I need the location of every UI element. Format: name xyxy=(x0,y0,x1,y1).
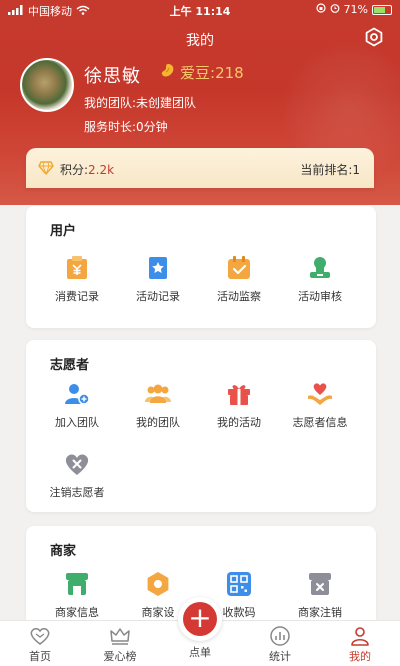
points-label: 积分: xyxy=(60,163,89,177)
chart-icon xyxy=(270,626,290,646)
points-value: 2.2k xyxy=(88,162,115,177)
join-team-icon xyxy=(65,384,90,405)
diamond-icon xyxy=(38,161,54,178)
activity-monitor-label: 活动监察 xyxy=(217,290,261,303)
activity-review-button[interactable]: 活动审核 xyxy=(279,254,361,304)
user-section: 用户 消费记录 活动记录 活动监察 活动审核 xyxy=(26,206,376,328)
tab-statistics[interactable]: 统计 xyxy=(240,625,320,664)
section-title-user: 用户 xyxy=(50,224,77,239)
alarm-icon xyxy=(330,3,340,16)
page-title: 我的 xyxy=(186,33,214,49)
battery-percent: 71% xyxy=(343,3,368,16)
merchant-info-label: 商家信息 xyxy=(55,606,99,619)
user-name: 徐思敏 xyxy=(84,66,141,87)
bean-icon xyxy=(160,63,176,83)
volunteer-info-icon xyxy=(308,383,332,405)
my-team-label: 我的团队 xyxy=(136,416,180,429)
merchant-cancel-button[interactable]: 商家注销 xyxy=(279,570,361,620)
merchant-cancel-icon xyxy=(309,573,331,595)
tab-love-ranking[interactable]: 爱心榜 xyxy=(80,625,160,664)
my-team-icon xyxy=(145,384,171,403)
love-bean-balance: 爱豆: 218 xyxy=(160,62,244,83)
volunteer-section: 志愿者 加入团队 我的团队 我的活动 志愿者信息 注销志愿者 xyxy=(26,340,376,512)
cancel-volunteer-icon xyxy=(65,454,89,475)
gear-icon xyxy=(365,27,383,47)
activity-review-icon xyxy=(310,257,330,278)
plus-icon: + xyxy=(183,602,217,636)
crown-icon xyxy=(110,628,130,645)
qr-code-icon xyxy=(227,572,251,596)
section-title-volunteer: 志愿者 xyxy=(50,358,90,373)
tab-order-label: 点单 xyxy=(189,646,211,659)
order-button[interactable]: + xyxy=(178,597,222,641)
activity-record-label: 活动记录 xyxy=(136,290,180,303)
consumption-record-icon xyxy=(67,256,87,279)
service-time: 服务时长:0分钟 xyxy=(84,120,168,134)
my-activity-button[interactable]: 我的活动 xyxy=(198,380,280,430)
settings-button[interactable] xyxy=(364,27,384,47)
consumption-record-label: 消费记录 xyxy=(55,290,99,303)
tab-order[interactable]: 点单 xyxy=(160,643,240,660)
join-team-button[interactable]: 加入团队 xyxy=(36,380,118,430)
my-team-button[interactable]: 我的团队 xyxy=(117,380,199,430)
volunteer-info-button[interactable]: 志愿者信息 xyxy=(279,380,361,430)
activity-review-label: 活动审核 xyxy=(298,290,342,303)
merchant-info-button[interactable]: 商家信息 xyxy=(36,570,118,620)
status-bar: 中国移动 上午 11:14 71% xyxy=(0,0,400,20)
consumption-record-button[interactable]: 消费记录 xyxy=(36,254,118,304)
shop-icon xyxy=(66,573,88,595)
gift-icon xyxy=(228,385,250,405)
my-activity-label: 我的活动 xyxy=(217,416,261,429)
lock-rotation-icon xyxy=(315,3,326,16)
hexagon-settings-icon xyxy=(147,572,169,596)
volunteer-info-label: 志愿者信息 xyxy=(292,416,348,429)
activity-monitor-icon xyxy=(228,256,250,279)
battery-icon xyxy=(372,4,392,15)
person-icon xyxy=(351,627,369,646)
tab-statistics-label: 统计 xyxy=(269,650,291,663)
tab-home[interactable]: 首页 xyxy=(0,625,80,664)
section-title-merchant: 商家 xyxy=(50,544,77,559)
cancel-volunteer-button[interactable]: 注销志愿者 xyxy=(36,450,118,500)
love-bean-value: 218 xyxy=(215,63,244,82)
rank-text: 当前排名:1 xyxy=(300,163,360,177)
activity-record-icon xyxy=(149,257,167,279)
activity-record-button[interactable]: 活动记录 xyxy=(117,254,199,304)
tab-home-label: 首页 xyxy=(29,650,51,663)
points-card[interactable]: 积分: 2.2k 当前排名:1 xyxy=(26,148,374,188)
tab-mine-label: 我的 xyxy=(349,650,371,663)
tab-love-ranking-label: 爱心榜 xyxy=(103,650,137,663)
activity-monitor-button[interactable]: 活动监察 xyxy=(198,254,280,304)
merchant-cancel-label: 商家注销 xyxy=(298,606,342,619)
avatar[interactable] xyxy=(20,58,74,112)
love-bean-label: 爱豆: xyxy=(180,64,216,82)
cancel-volunteer-label: 注销志愿者 xyxy=(49,486,105,499)
join-team-label: 加入团队 xyxy=(55,416,99,429)
heart-home-icon xyxy=(30,628,50,645)
tab-mine[interactable]: 我的 xyxy=(320,625,400,664)
team-info: 我的团队:未创建团队 xyxy=(84,96,197,110)
